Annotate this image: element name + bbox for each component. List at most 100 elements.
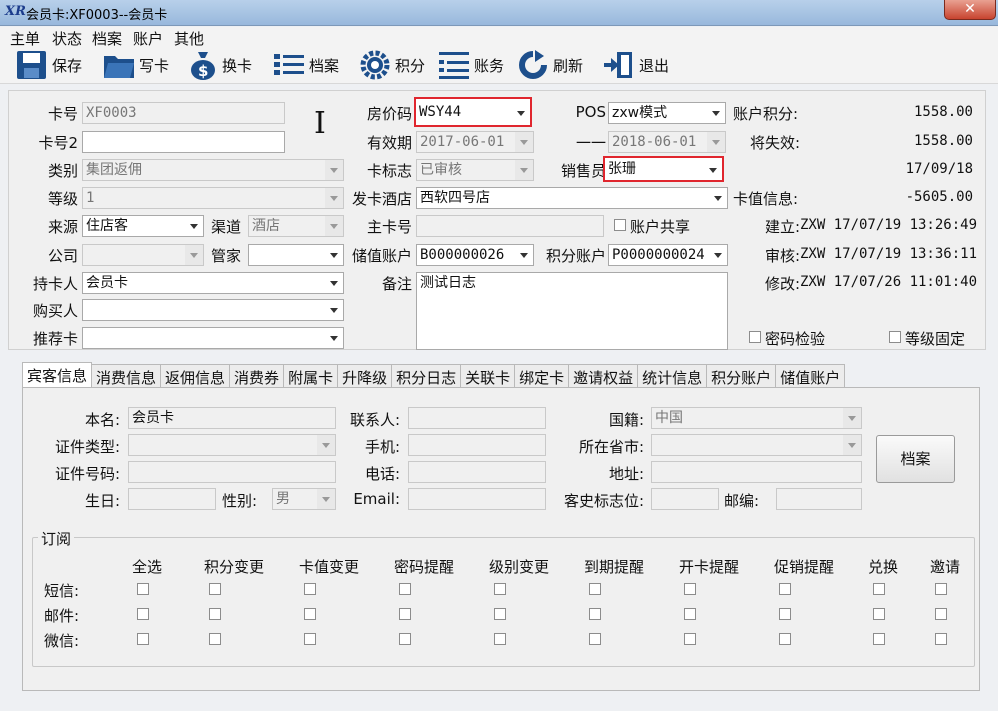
main-card-field[interactable]	[416, 215, 604, 237]
tab-guest-info[interactable]: 宾客信息	[22, 362, 93, 388]
level-fixed-checkbox[interactable]	[889, 331, 901, 343]
sub-checkbox[interactable]	[399, 583, 411, 595]
tab-level-change[interactable]: 升降级	[337, 364, 393, 388]
province-select[interactable]	[651, 434, 862, 456]
company-select[interactable]	[82, 244, 204, 266]
accounting-button[interactable]: 账务	[438, 50, 504, 80]
subscription-title: 订阅	[38, 528, 75, 549]
window-close-button[interactable]: ✕	[944, 0, 996, 20]
remark-textarea[interactable]: 测试日志	[416, 272, 728, 350]
source-select[interactable]: 住店客	[82, 215, 204, 237]
sub-checkbox[interactable]	[494, 608, 506, 620]
room-rate-select[interactable]: WSY44	[414, 97, 532, 127]
refresh-button[interactable]: 刷新	[517, 50, 583, 80]
referrer-select[interactable]	[82, 327, 344, 349]
sub-checkbox[interactable]	[589, 608, 601, 620]
tab-stored-account[interactable]: 储值账户	[775, 364, 846, 388]
sales-select[interactable]: 张珊	[603, 156, 724, 182]
tab-statistics[interactable]: 统计信息	[637, 364, 708, 388]
card-flag-select[interactable]: 已审核	[416, 159, 534, 181]
guest-name-field[interactable]: 会员卡	[128, 407, 336, 429]
sub-checkbox[interactable]	[873, 633, 885, 645]
province-label: 所在省市:	[578, 438, 644, 456]
sub-checkbox[interactable]	[137, 608, 149, 620]
id-no-field[interactable]	[128, 461, 336, 483]
card-no-field[interactable]: XF0003	[82, 102, 285, 124]
tab-invite-rights[interactable]: 邀请权益	[568, 364, 639, 388]
menu-main[interactable]: 主单	[10, 28, 40, 49]
account-share-checkbox[interactable]	[614, 219, 626, 231]
archive-button[interactable]: 档案	[273, 50, 339, 80]
sub-checkbox[interactable]	[589, 633, 601, 645]
tab-bound-cards[interactable]: 绑定卡	[514, 364, 570, 388]
sub-checkbox[interactable]	[873, 608, 885, 620]
menu-archive[interactable]: 档案	[92, 28, 122, 49]
password-check-checkbox[interactable]	[749, 331, 761, 343]
tab-consumption[interactable]: 消费信息	[91, 364, 162, 388]
sub-checkbox[interactable]	[209, 608, 221, 620]
housekeeper-select[interactable]	[248, 244, 344, 266]
mobile-field[interactable]	[408, 434, 546, 456]
sub-checkbox[interactable]	[779, 633, 791, 645]
sub-checkbox[interactable]	[137, 583, 149, 595]
history-flag-field[interactable]	[651, 488, 719, 510]
stored-account-select[interactable]: B000000026	[416, 244, 534, 266]
address-field[interactable]	[651, 461, 862, 483]
email-field[interactable]	[408, 488, 546, 510]
tab-sub-cards[interactable]: 附属卡	[283, 364, 339, 388]
sub-checkbox[interactable]	[209, 633, 221, 645]
tab-points-account[interactable]: 积分账户	[706, 364, 777, 388]
sub-checkbox[interactable]	[935, 633, 947, 645]
write-card-button[interactable]: 写卡	[103, 50, 169, 80]
zip-field[interactable]	[776, 488, 862, 510]
exit-button[interactable]: 退出	[603, 50, 669, 80]
points-button[interactable]: 积分	[359, 50, 425, 80]
gender-select[interactable]: 男	[272, 488, 336, 510]
level-select[interactable]: 1	[82, 187, 344, 209]
nationality-select[interactable]: 中国	[651, 407, 862, 429]
points-account-select[interactable]: P0000000024	[608, 244, 728, 266]
channel-select[interactable]: 酒店	[248, 215, 344, 237]
sub-checkbox[interactable]	[779, 608, 791, 620]
sub-checkbox[interactable]	[209, 583, 221, 595]
valid-to-date[interactable]: 2018-06-01	[608, 131, 726, 153]
tab-coupons[interactable]: 消费券	[229, 364, 285, 388]
category-select[interactable]: 集团返佣	[82, 159, 344, 181]
sub-checkbox[interactable]	[684, 633, 696, 645]
sub-checkbox[interactable]	[873, 583, 885, 595]
sub-checkbox[interactable]	[684, 583, 696, 595]
save-button[interactable]: 保存	[16, 50, 82, 80]
card-no2-field[interactable]	[82, 131, 285, 153]
tab-rebate[interactable]: 返佣信息	[160, 364, 231, 388]
sub-checkbox[interactable]	[137, 633, 149, 645]
issuing-hotel-select[interactable]: 西软四号店	[416, 187, 728, 209]
sub-checkbox[interactable]	[304, 633, 316, 645]
sub-checkbox[interactable]	[494, 583, 506, 595]
menu-other[interactable]: 其他	[174, 28, 204, 49]
sub-checkbox[interactable]	[935, 583, 947, 595]
contact-field[interactable]	[408, 407, 546, 429]
tab-points-log[interactable]: 积分日志	[391, 364, 462, 388]
sub-checkbox[interactable]	[935, 608, 947, 620]
change-card-button[interactable]: $ 换卡	[188, 50, 252, 80]
holder-select[interactable]: 会员卡	[82, 272, 344, 294]
sub-checkbox[interactable]	[399, 608, 411, 620]
sub-checkbox[interactable]	[684, 608, 696, 620]
archive-detail-button[interactable]: 档案	[876, 435, 955, 483]
sub-checkbox[interactable]	[589, 583, 601, 595]
sub-checkbox[interactable]	[399, 633, 411, 645]
chevron-down-icon	[843, 408, 861, 428]
buyer-select[interactable]	[82, 299, 344, 321]
id-type-select[interactable]	[128, 434, 336, 456]
sub-checkbox[interactable]	[304, 608, 316, 620]
birthday-field[interactable]	[128, 488, 216, 510]
sub-checkbox[interactable]	[304, 583, 316, 595]
phone-field[interactable]	[408, 461, 546, 483]
pos-select[interactable]: zxw模式	[608, 102, 726, 124]
menu-account[interactable]: 账户	[133, 28, 163, 49]
sub-checkbox[interactable]	[494, 633, 506, 645]
menu-status[interactable]: 状态	[52, 28, 82, 49]
sub-checkbox[interactable]	[779, 583, 791, 595]
tab-linked-cards[interactable]: 关联卡	[460, 364, 516, 388]
valid-from-date[interactable]: 2017-06-01	[416, 131, 534, 153]
